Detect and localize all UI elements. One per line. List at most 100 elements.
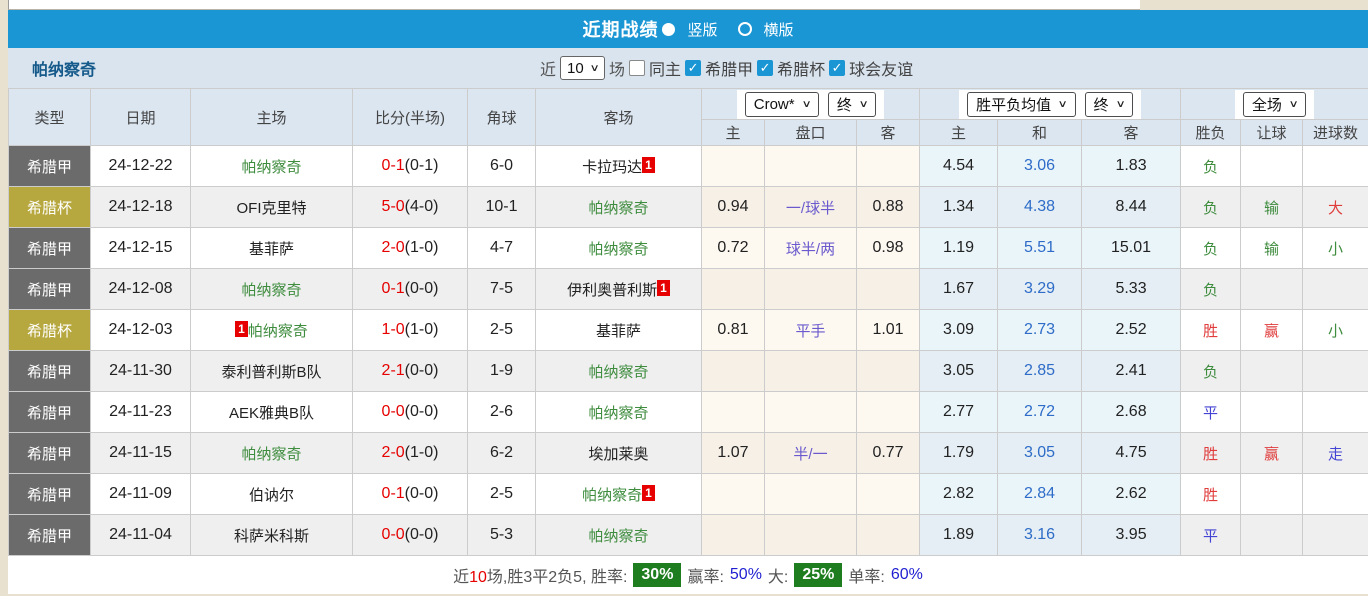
league-cell: 希腊甲 (9, 474, 91, 515)
table-row: 希腊甲 24-11-04 科萨米科斯 0-0(0-0) 5-3 帕纳察奇 1.8… (9, 515, 1368, 556)
table-row: 希腊杯 24-12-03 1帕纳察奇 1-0(1-0) 2-5 基菲萨 0.81… (9, 310, 1368, 351)
ah-line-cell: 一/球半 (765, 187, 857, 228)
halftime-score: (0-0) (405, 485, 439, 502)
score-cell: 0-1(0-0) (353, 269, 468, 310)
same-home-checkbox[interactable] (629, 60, 645, 76)
vertical-layout-label[interactable]: 竖版 (687, 19, 717, 40)
ah-away-odds-cell (857, 474, 920, 515)
avg-draw-odds-cell: 2.85 (998, 351, 1082, 392)
avg-draw-odds-cell: 5.51 (998, 228, 1082, 269)
result-cell: 负 (1181, 187, 1241, 228)
same-home-label[interactable]: 同主 (649, 56, 681, 80)
away-team-name: 埃加莱奥 (588, 446, 648, 463)
chevron-down-icon: ∨ (1115, 99, 1125, 110)
result-cell: 平 (1181, 392, 1241, 433)
league-label-club-friendly[interactable]: 球会友谊 (849, 56, 913, 80)
away-team-name: 帕纳察奇 (588, 241, 648, 258)
result-cell: 负 (1181, 269, 1241, 310)
halftime-score: (1-0) (405, 444, 439, 461)
goals-result-cell: 小 (1303, 228, 1368, 269)
handicap-dropdown-group: Crow* ∨ 终 ∨ (702, 89, 920, 120)
match-count-select[interactable]: 10 ∨ (560, 56, 605, 80)
ah-line-cell (765, 146, 857, 187)
avg-away-odds-cell: 3.95 (1082, 515, 1181, 556)
halftime-score: (0-0) (405, 526, 439, 543)
avg-away-odds-cell: 2.68 (1082, 392, 1181, 433)
handicap-result-cell (1241, 351, 1303, 392)
fulltime-score: 0-1 (382, 485, 405, 502)
avg-home-odds-cell: 1.34 (920, 187, 998, 228)
result-cell: 负 (1181, 228, 1241, 269)
halftime-score: (4-0) (405, 198, 439, 215)
horizontal-layout-radio[interactable] (738, 22, 752, 36)
goals-result-cell: 小 (1303, 310, 1368, 351)
page-top-strip (8, 0, 1140, 10)
league-checkbox-greek-cup[interactable]: ✓ (757, 60, 773, 76)
avg-draw-odds-cell: 2.84 (998, 474, 1082, 515)
score-cell: 0-0(0-0) (353, 515, 468, 556)
footer-count: 10 (469, 569, 487, 586)
ah-away-odds-cell: 0.88 (857, 187, 920, 228)
corner-cell: 2-6 (468, 392, 536, 433)
corner-cell: 6-0 (468, 146, 536, 187)
avg-away-odds-cell: 2.52 (1082, 310, 1181, 351)
avg-home-odds-cell: 2.77 (920, 392, 998, 433)
away-team-cell: 卡拉玛达1 (536, 146, 702, 187)
col-header-away: 客场 (536, 89, 702, 146)
avg-away-odds-cell: 8.44 (1082, 187, 1181, 228)
halftime-score: (1-0) (405, 239, 439, 256)
avg-type-select[interactable]: 胜平负均值 ∨ (967, 92, 1075, 117)
ah-away-odds-cell (857, 146, 920, 187)
goals-result-cell (1303, 351, 1368, 392)
league-cell: 希腊杯 (9, 310, 91, 351)
handicap-result-cell: 赢 (1241, 433, 1303, 474)
fulltime-score: 5-0 (382, 198, 405, 215)
goals-result-cell: 大 (1303, 187, 1368, 228)
score-cell: 1-0(1-0) (353, 310, 468, 351)
date-cell: 24-12-22 (91, 146, 191, 187)
league-checkbox-greek-superleague[interactable]: ✓ (685, 60, 701, 76)
odds-time-select-2[interactable]: 终 ∨ (1085, 92, 1133, 117)
score-cell: 2-0(1-0) (353, 433, 468, 474)
summary-footer: 近10场,胜3平2负5, 胜率: 30% 赢率: 50% 大: 25% 单率: … (8, 556, 1368, 594)
table-row: 希腊甲 24-11-23 AEK雅典B队 0-0(0-0) 2-6 帕纳察奇 2… (9, 392, 1368, 433)
win-rate-badge: 30% (633, 563, 681, 587)
avg-home-odds-cell: 3.05 (920, 351, 998, 392)
filter-bar: 帕纳察奇 近 10 ∨ 场 同主 ✓ 希腊甲 ✓ 希腊杯 ✓ 球会友谊 (8, 48, 1368, 88)
avg-draw-odds-cell: 3.05 (998, 433, 1082, 474)
odds-company-select[interactable]: Crow* ∨ (745, 92, 819, 117)
away-team-name: 帕纳察奇 (588, 528, 648, 545)
score-cell: 2-1(0-0) (353, 351, 468, 392)
table-row: 希腊甲 24-12-15 基菲萨 2-0(1-0) 4-7 帕纳察奇 0.72 … (9, 228, 1368, 269)
score-cell: 0-1(0-1) (353, 146, 468, 187)
ah-home-odds-cell (702, 474, 765, 515)
avg-home-odds-cell: 2.82 (920, 474, 998, 515)
avg-away-odds-cell: 2.62 (1082, 474, 1181, 515)
date-cell: 24-12-03 (91, 310, 191, 351)
fulltime-score: 1-0 (382, 321, 405, 338)
horizontal-layout-label[interactable]: 横版 (764, 19, 794, 40)
table-row: 希腊甲 24-12-08 帕纳察奇 0-1(0-0) 7-5 伊利奥普利斯1 1… (9, 269, 1368, 310)
handicap-result-cell (1241, 515, 1303, 556)
home-team-cell: AEK雅典B队 (191, 392, 353, 433)
scope-select[interactable]: 全场 ∨ (1243, 92, 1306, 117)
ah-line-cell (765, 515, 857, 556)
col-header-avg-away: 客 (1082, 120, 1181, 146)
goals-result-cell: 走 (1303, 433, 1368, 474)
avg-away-odds-cell: 2.41 (1082, 351, 1181, 392)
odds-time-select-1[interactable]: 终 ∨ (828, 92, 876, 117)
avg-draw-odds-cell: 3.06 (998, 146, 1082, 187)
home-team-name: 帕纳察奇 (241, 282, 301, 299)
vertical-layout-radio[interactable] (662, 23, 675, 36)
league-label-greek-cup[interactable]: 希腊杯 (777, 56, 825, 80)
league-checkbox-club-friendly[interactable]: ✓ (829, 60, 845, 76)
chevron-down-icon: ∨ (589, 63, 599, 74)
home-team-name: 帕纳察奇 (248, 323, 308, 340)
avg-home-odds-cell: 1.19 (920, 228, 998, 269)
date-cell: 24-12-08 (91, 269, 191, 310)
avg-away-odds-cell: 15.01 (1082, 228, 1181, 269)
avg-home-odds-cell: 4.54 (920, 146, 998, 187)
league-label-greek-superleague[interactable]: 希腊甲 (705, 56, 753, 80)
away-team-name: 帕纳察奇 (588, 405, 648, 422)
table-row: 希腊甲 24-11-09 伯讷尔 0-1(0-0) 2-5 帕纳察奇1 2.82… (9, 474, 1368, 515)
